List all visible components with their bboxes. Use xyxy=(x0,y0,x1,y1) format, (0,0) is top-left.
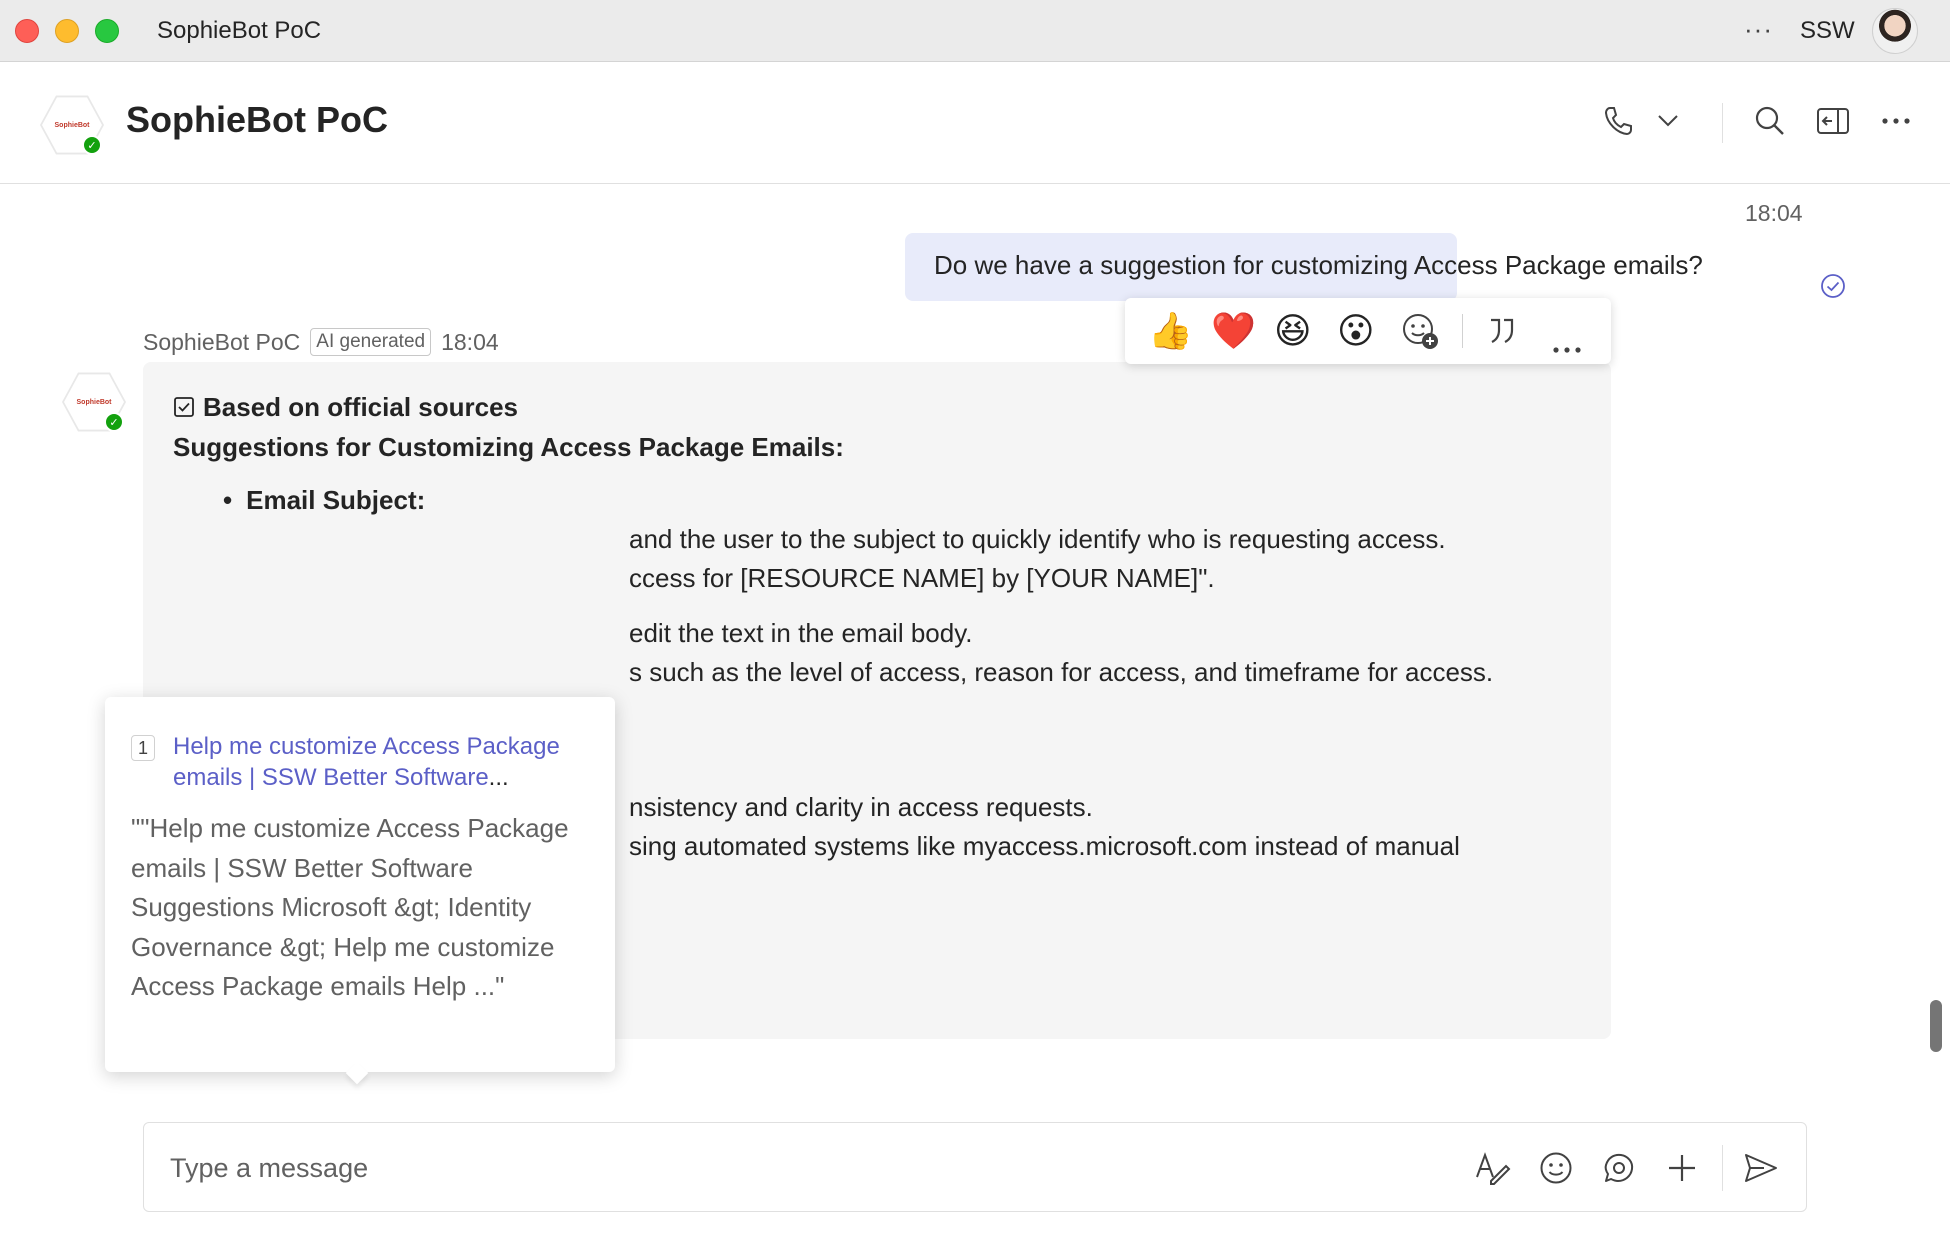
citation-excerpt: ""Help me customize Access Package email… xyxy=(131,813,569,1001)
bot-heading: Suggestions for Customizing Access Packa… xyxy=(173,432,844,462)
header-divider xyxy=(1722,103,1723,143)
window-title: SophieBot PoC xyxy=(157,17,322,44)
message-time: 18:04 xyxy=(1745,200,1803,226)
close-window-button[interactable] xyxy=(15,19,39,43)
sender-name: SophieBot PoC xyxy=(143,328,301,355)
format-icon[interactable] xyxy=(1472,1147,1514,1189)
content-line: s such as the level of access, reason fo… xyxy=(629,657,1494,687)
more-icon[interactable]: ··· xyxy=(1744,14,1773,45)
chevron-down-icon[interactable] xyxy=(1650,103,1686,139)
bullet-dot: • xyxy=(223,485,233,515)
read-receipt-icon xyxy=(1821,274,1845,298)
pop-out-icon[interactable] xyxy=(1815,103,1851,139)
quote-icon[interactable] xyxy=(1487,314,1517,354)
content-line: ccess for [RESOURCE NAME] by [YOUR NAME]… xyxy=(629,563,1215,593)
chat-area: 18:04 Do we have a suggestion for custom… xyxy=(0,185,1950,1085)
bot-message-header: SophieBot PoC AI generated 18:04 xyxy=(143,328,499,356)
online-status-icon: ✓ xyxy=(104,412,124,432)
zoom-window-button[interactable] xyxy=(95,19,119,43)
composer-divider xyxy=(1722,1145,1723,1191)
bullet-label: Email Subject: xyxy=(246,485,426,515)
chat-scrollbar[interactable] xyxy=(1930,1000,1942,1052)
phone-icon[interactable] xyxy=(1600,103,1636,139)
bot-message-time: 18:04 xyxy=(441,328,499,355)
content-line: and the user to the subject to quickly i… xyxy=(629,524,1446,554)
minimize-window-button[interactable] xyxy=(55,19,79,43)
search-icon[interactable] xyxy=(1752,103,1788,139)
chat-header: SophieBot ✓ SophieBot PoC xyxy=(0,63,1950,184)
source-note-text: Based on official sources xyxy=(203,392,518,422)
content-line: edit the text in the email body. xyxy=(629,618,973,648)
chat-title: SophieBot PoC xyxy=(126,99,388,140)
add-reaction-icon[interactable] xyxy=(1401,312,1439,358)
more-icon[interactable] xyxy=(1552,322,1582,362)
source-note: Based on official sources xyxy=(173,388,518,427)
like-reaction[interactable]: 👍 xyxy=(1148,311,1193,351)
more-options-icon[interactable] xyxy=(1878,103,1914,139)
surprised-reaction[interactable]: 😮 xyxy=(1337,311,1375,351)
message-composer xyxy=(143,1122,1807,1212)
content-line: nsistency and clarity in access requests… xyxy=(629,792,1093,822)
citation-popup-number: 1 xyxy=(131,735,155,761)
checkbox-icon xyxy=(174,397,194,417)
send-icon[interactable] xyxy=(1740,1147,1782,1189)
user-message-bubble[interactable]: Do we have a suggestion for customizing … xyxy=(905,233,1703,301)
citation-link[interactable]: Help me customize Access Package emails … xyxy=(173,731,593,793)
bullet-email-subject: • Email Subject: xyxy=(223,481,425,520)
plus-icon[interactable] xyxy=(1661,1147,1703,1189)
window-titlebar: SophieBot PoC ··· SSW xyxy=(0,0,1950,62)
reaction-divider xyxy=(1462,314,1463,348)
online-status-icon: ✓ xyxy=(82,135,102,155)
content-line: sing automated systems like myaccess.mic… xyxy=(629,831,1460,861)
emoji-icon[interactable] xyxy=(1535,1147,1577,1189)
popup-pointer xyxy=(345,1061,369,1085)
citation-popup: 1 Help me customize Access Package email… xyxy=(105,697,615,1085)
org-name[interactable]: SSW xyxy=(1800,17,1855,45)
loop-icon[interactable] xyxy=(1598,1147,1640,1189)
message-input[interactable] xyxy=(170,1150,1170,1186)
laugh-reaction[interactable]: 😆 xyxy=(1274,311,1312,351)
ai-generated-badge: AI generated xyxy=(310,328,432,356)
heart-reaction[interactable]: ❤️ xyxy=(1211,311,1256,351)
citation-link-ellipsis: ... xyxy=(488,764,509,791)
user-avatar[interactable] xyxy=(1872,8,1918,54)
reactions-toolbar: 👍 ❤️ 😆 😮 xyxy=(1125,298,1611,364)
